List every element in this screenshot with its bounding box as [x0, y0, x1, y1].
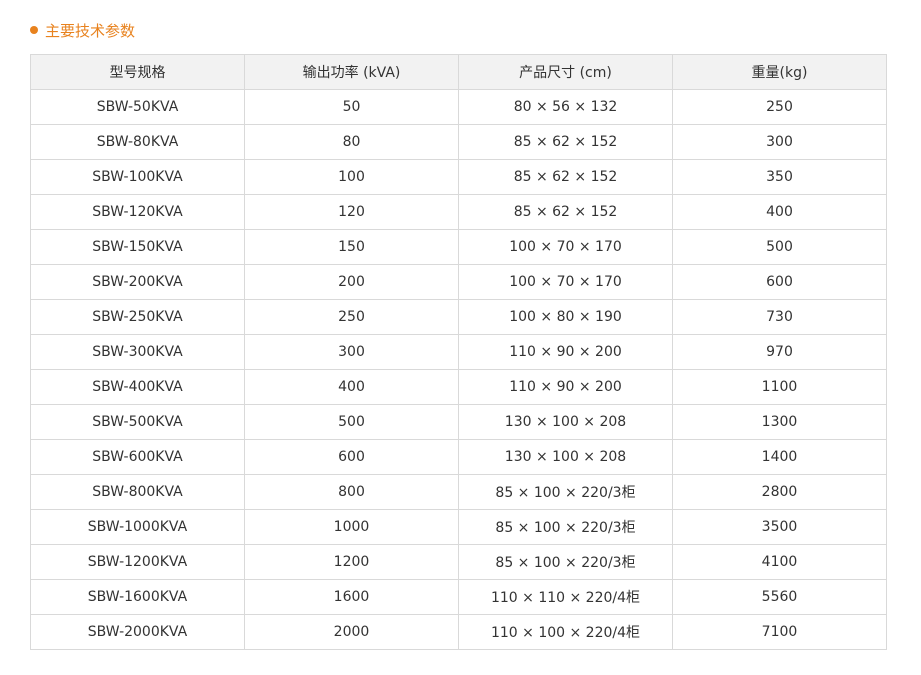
cell-weight: 5560 — [672, 579, 887, 615]
cell-output-power: 300 — [244, 334, 459, 370]
table-row: SBW-100KVA 100 85 × 62 × 152 350 — [30, 159, 887, 195]
header-output-power: 输出功率 (kVA) — [244, 54, 459, 90]
cell-dimensions: 110 × 110 × 220/4柜 — [458, 579, 673, 615]
table-row: SBW-2000KVA 2000 110 × 100 × 220/4柜 7100 — [30, 614, 887, 650]
cell-dimensions: 100 × 70 × 170 — [458, 264, 673, 300]
table-row: SBW-200KVA 200 100 × 70 × 170 600 — [30, 264, 887, 300]
table-row: SBW-300KVA 300 110 × 90 × 200 970 — [30, 334, 887, 370]
cell-dimensions: 100 × 80 × 190 — [458, 299, 673, 335]
cell-dimensions: 130 × 100 × 208 — [458, 439, 673, 475]
cell-model: SBW-120KVA — [30, 194, 245, 230]
section-title-text: 主要技术参数 — [45, 21, 136, 40]
cell-dimensions: 85 × 62 × 152 — [458, 124, 673, 160]
cell-dimensions: 85 × 62 × 152 — [458, 159, 673, 195]
cell-model: SBW-2000KVA — [30, 614, 245, 650]
cell-weight: 1100 — [672, 369, 887, 405]
table-row: SBW-400KVA 400 110 × 90 × 200 1100 — [30, 369, 887, 405]
cell-dimensions: 100 × 70 × 170 — [458, 229, 673, 265]
cell-output-power: 500 — [244, 404, 459, 440]
cell-model: SBW-300KVA — [30, 334, 245, 370]
cell-output-power: 150 — [244, 229, 459, 265]
cell-dimensions: 110 × 90 × 200 — [458, 369, 673, 405]
cell-weight: 2800 — [672, 474, 887, 510]
cell-model: SBW-100KVA — [30, 159, 245, 195]
cell-weight: 1400 — [672, 439, 887, 475]
cell-dimensions: 85 × 100 × 220/3柜 — [458, 544, 673, 580]
cell-output-power: 1200 — [244, 544, 459, 580]
cell-weight: 400 — [672, 194, 887, 230]
cell-output-power: 400 — [244, 369, 459, 405]
cell-output-power: 1600 — [244, 579, 459, 615]
cell-dimensions: 85 × 100 × 220/3柜 — [458, 474, 673, 510]
cell-weight: 730 — [672, 299, 887, 335]
bullet-dot-icon — [30, 26, 38, 34]
cell-weight: 7100 — [672, 614, 887, 650]
cell-dimensions: 80 × 56 × 132 — [458, 89, 673, 125]
table-row: SBW-1200KVA 1200 85 × 100 × 220/3柜 4100 — [30, 544, 887, 580]
section-title: 主要技术参数 — [30, 18, 135, 42]
cell-model: SBW-250KVA — [30, 299, 245, 335]
table-row: SBW-120KVA 120 85 × 62 × 152 400 — [30, 194, 887, 230]
cell-weight: 600 — [672, 264, 887, 300]
table-row: SBW-1600KVA 1600 110 × 110 × 220/4柜 5560 — [30, 579, 887, 615]
table-row: SBW-800KVA 800 85 × 100 × 220/3柜 2800 — [30, 474, 887, 510]
cell-model: SBW-500KVA — [30, 404, 245, 440]
cell-model: SBW-1600KVA — [30, 579, 245, 615]
cell-output-power: 80 — [244, 124, 459, 160]
cell-model: SBW-400KVA — [30, 369, 245, 405]
cell-weight: 4100 — [672, 544, 887, 580]
cell-weight: 500 — [672, 229, 887, 265]
cell-output-power: 120 — [244, 194, 459, 230]
cell-dimensions: 85 × 62 × 152 — [458, 194, 673, 230]
cell-output-power: 100 — [244, 159, 459, 195]
header-weight: 重量(kg) — [672, 54, 887, 90]
table-body: SBW-50KVA 50 80 × 56 × 132 250 SBW-80KVA 80 85… — [30, 89, 887, 650]
table-row: SBW-500KVA 500 130 × 100 × 208 1300 — [30, 404, 887, 440]
cell-model: SBW-200KVA — [30, 264, 245, 300]
cell-model: SBW-50KVA — [30, 89, 245, 125]
cell-weight: 1300 — [672, 404, 887, 440]
cell-model: SBW-150KVA — [30, 229, 245, 265]
cell-weight: 350 — [672, 159, 887, 195]
cell-output-power: 800 — [244, 474, 459, 510]
cell-weight: 970 — [672, 334, 887, 370]
cell-model: SBW-600KVA — [30, 439, 245, 475]
cell-model: SBW-1000KVA — [30, 509, 245, 545]
cell-output-power: 2000 — [244, 614, 459, 650]
cell-dimensions: 85 × 100 × 220/3柜 — [458, 509, 673, 545]
cell-model: SBW-1200KVA — [30, 544, 245, 580]
cell-weight: 250 — [672, 89, 887, 125]
table-row: SBW-150KVA 150 100 × 70 × 170 500 — [30, 229, 887, 265]
table-row: SBW-50KVA 50 80 × 56 × 132 250 — [30, 89, 887, 125]
table-row: SBW-250KVA 250 100 × 80 × 190 730 — [30, 299, 887, 335]
cell-output-power: 200 — [244, 264, 459, 300]
header-model: 型号规格 — [30, 54, 245, 90]
cell-weight: 3500 — [672, 509, 887, 545]
cell-dimensions: 110 × 90 × 200 — [458, 334, 673, 370]
cell-output-power: 1000 — [244, 509, 459, 545]
cell-dimensions: 110 × 100 × 220/4柜 — [458, 614, 673, 650]
table-row: SBW-1000KVA 1000 85 × 100 × 220/3柜 3500 — [30, 509, 887, 545]
cell-model: SBW-80KVA — [30, 124, 245, 160]
cell-output-power: 250 — [244, 299, 459, 335]
spec-table: 型号规格 输出功率 (kVA) 产品尺寸 (cm) 重量(kg) SBW-50K… — [30, 54, 887, 650]
header-dimensions: 产品尺寸 (cm) — [458, 54, 673, 90]
table-row: SBW-80KVA 80 85 × 62 × 152 300 — [30, 124, 887, 160]
table-row: SBW-600KVA 600 130 × 100 × 208 1400 — [30, 439, 887, 475]
cell-weight: 300 — [672, 124, 887, 160]
cell-output-power: 50 — [244, 89, 459, 125]
table-header-row: 型号规格 输出功率 (kVA) 产品尺寸 (cm) 重量(kg) — [30, 54, 887, 90]
cell-output-power: 600 — [244, 439, 459, 475]
cell-model: SBW-800KVA — [30, 474, 245, 510]
cell-dimensions: 130 × 100 × 208 — [458, 404, 673, 440]
